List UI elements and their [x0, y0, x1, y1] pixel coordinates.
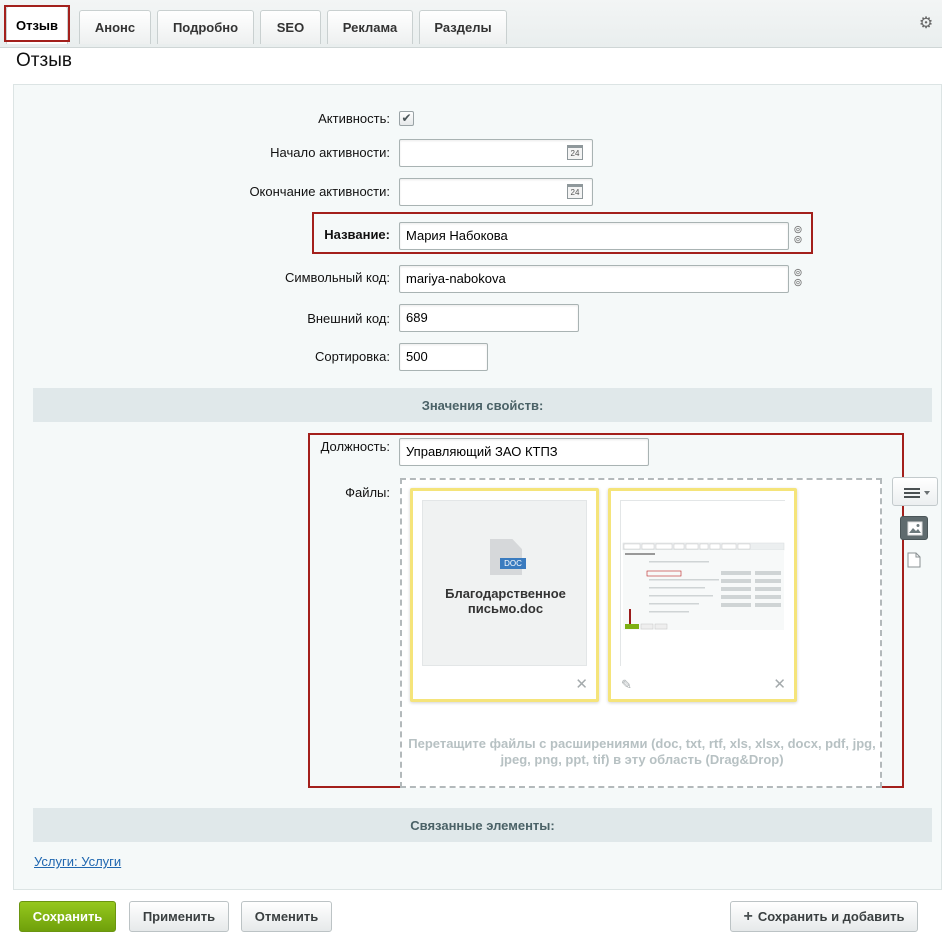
- save-and-add-button[interactable]: + Сохранить и добавить: [730, 901, 918, 932]
- sort-label: Сортировка:: [315, 349, 390, 364]
- tab-seo[interactable]: SEO: [260, 10, 321, 44]
- active-from-label: Начало активности:: [270, 145, 390, 160]
- tab-bar: Отзыв Анонс Подробно SEO Реклама Разделы…: [0, 0, 942, 48]
- image-thumbnail: [621, 501, 786, 667]
- file-name: Благодарственное письмо.doc: [445, 586, 566, 616]
- xml-id-input[interactable]: 689: [399, 304, 579, 332]
- file-view-icon[interactable]: [907, 552, 921, 568]
- image-icon: [907, 521, 923, 536]
- active-to-input[interactable]: [399, 178, 593, 206]
- code-label: Символьный код:: [284, 270, 390, 285]
- active-to-label: Окончание активности:: [249, 184, 390, 199]
- name-input[interactable]: Мария Набокова: [399, 222, 789, 250]
- properties-section-header: Значения свойств:: [33, 388, 932, 422]
- active-from-input[interactable]: [399, 139, 593, 167]
- doc-file-icon: [490, 539, 522, 575]
- active-label: Активность:: [318, 111, 390, 126]
- remove-file-icon[interactable]: ✕: [773, 675, 786, 693]
- tab-announce[interactable]: Анонс: [79, 10, 151, 44]
- tab-review[interactable]: Отзыв: [6, 6, 68, 44]
- services-link[interactable]: Услуги: Услуги: [34, 854, 121, 869]
- edit-pencil-icon[interactable]: ✎: [621, 677, 632, 693]
- image-view-button[interactable]: [900, 516, 928, 540]
- tab-details[interactable]: Подробно: [157, 10, 254, 44]
- cancel-button[interactable]: Отменить: [241, 901, 332, 932]
- image-preview: [620, 500, 786, 667]
- calendar-icon[interactable]: 24: [567, 145, 583, 160]
- related-section-header: Связанные элементы:: [33, 808, 932, 842]
- position-input[interactable]: Управляющий ЗАО КТПЗ: [399, 438, 649, 466]
- apply-button[interactable]: Применить: [129, 901, 229, 932]
- plus-icon: +: [743, 907, 753, 925]
- link-chain-icon[interactable]: ⊚ ⊚: [792, 225, 804, 247]
- sort-input[interactable]: 500: [399, 343, 488, 371]
- remove-file-icon[interactable]: ✕: [575, 675, 588, 693]
- gear-icon[interactable]: ⚙: [918, 16, 934, 32]
- file-preview: DOC Благодарственное письмо.doc: [422, 500, 587, 666]
- tab-ads[interactable]: Реклама: [327, 10, 413, 44]
- position-label: Должность:: [320, 439, 390, 454]
- file-card[interactable]: DOC Благодарственное письмо.doc ✕: [410, 488, 599, 702]
- page-title: Отзыв: [16, 50, 72, 71]
- save-and-add-label: Сохранить и добавить: [757, 909, 905, 924]
- xml-id-label: Внешний код:: [307, 311, 390, 326]
- tab-sections[interactable]: Разделы: [419, 10, 507, 44]
- hamburger-menu-icon: [904, 488, 930, 498]
- file-card[interactable]: ✎ ✕: [608, 488, 797, 702]
- view-menu-button[interactable]: [892, 477, 938, 506]
- active-checkbox[interactable]: ✔: [399, 111, 414, 126]
- link-chain-icon[interactable]: ⊚ ⊚: [792, 268, 804, 290]
- drop-hint-text: Перетащите файлы с расширениями (doc, tx…: [408, 736, 876, 767]
- name-label: Название:: [324, 227, 390, 242]
- doc-badge: DOC: [500, 558, 526, 569]
- files-label: Файлы:: [345, 485, 390, 500]
- save-button[interactable]: Сохранить: [19, 901, 116, 932]
- calendar-icon[interactable]: 24: [567, 184, 583, 199]
- code-input[interactable]: mariya-nabokova: [399, 265, 789, 293]
